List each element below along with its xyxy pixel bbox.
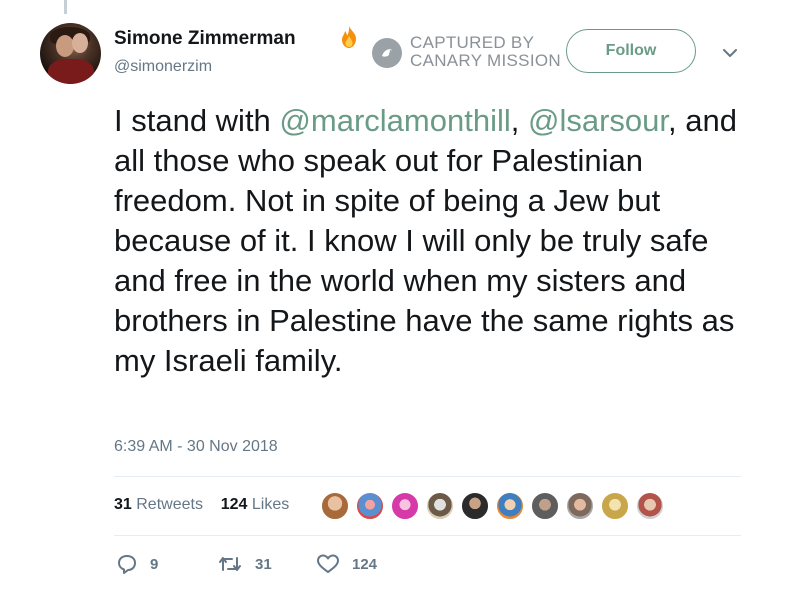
tweet-text: I stand with @marclamonthill, @lsarsour,… bbox=[114, 101, 754, 381]
chevron-down-icon[interactable] bbox=[722, 48, 738, 58]
avatar-face-1 bbox=[56, 35, 74, 57]
heart-icon bbox=[317, 554, 339, 573]
likes-label: Likes bbox=[251, 496, 290, 513]
like-action[interactable]: 124 bbox=[316, 553, 377, 575]
display-name[interactable]: Simone Zimmerman bbox=[114, 28, 296, 50]
bird-icon bbox=[382, 49, 392, 57]
tweet-timestamp[interactable]: 6:39 AM - 30 Nov 2018 bbox=[114, 438, 278, 456]
watermark-text: CAPTURED BY CANARY MISSION bbox=[410, 34, 561, 70]
tweet-text-part-1: I stand with bbox=[114, 103, 280, 138]
mention-link-lsarsour[interactable]: @lsarsour bbox=[528, 103, 668, 138]
mention-link-marclamonthill[interactable]: @marclamonthill bbox=[279, 103, 510, 138]
thread-connector-line bbox=[64, 0, 67, 14]
user-handle[interactable]: @simonerzim bbox=[114, 58, 212, 76]
avatar-clothing bbox=[48, 59, 94, 84]
retweet-icon bbox=[219, 557, 241, 571]
reply-action[interactable]: 9 bbox=[116, 553, 158, 575]
likes-stat[interactable]: 124 Likes bbox=[221, 496, 290, 513]
engagement-stats: 31 Retweets 124 Likes bbox=[114, 496, 289, 514]
avatar-face-2 bbox=[72, 33, 88, 53]
retweets-label: Retweets bbox=[136, 496, 203, 513]
tweet-text-part-3: , and all those who speak out for Palest… bbox=[114, 103, 737, 378]
liker-avatar[interactable] bbox=[460, 491, 490, 521]
retweet-action[interactable]: 31 bbox=[217, 553, 272, 575]
likes-count: 124 bbox=[220, 496, 248, 513]
like-count: 124 bbox=[352, 555, 378, 573]
follow-button[interactable]: Follow bbox=[566, 29, 696, 73]
liker-avatar[interactable] bbox=[565, 491, 595, 521]
liker-avatar[interactable] bbox=[320, 491, 350, 521]
watermark-line-2: CANARY MISSION bbox=[410, 51, 561, 70]
liker-avatar[interactable] bbox=[600, 491, 630, 521]
liker-avatar[interactable] bbox=[635, 491, 665, 521]
tweet-text-part-2: , bbox=[510, 103, 528, 138]
fire-icon bbox=[342, 26, 356, 48]
divider-bottom bbox=[114, 535, 741, 536]
liker-avatar[interactable] bbox=[355, 491, 385, 521]
canary-mission-logo-icon bbox=[372, 38, 402, 68]
retweets-count: 31 bbox=[114, 496, 132, 513]
liker-avatar[interactable] bbox=[425, 491, 455, 521]
retweets-stat[interactable]: 31 Retweets bbox=[114, 496, 203, 513]
retweet-count: 31 bbox=[255, 555, 272, 573]
liker-avatar[interactable] bbox=[530, 491, 560, 521]
reply-icon bbox=[118, 555, 136, 574]
reply-count: 9 bbox=[150, 555, 159, 573]
divider-top bbox=[114, 476, 741, 477]
liker-avatar[interactable] bbox=[390, 491, 420, 521]
avatar[interactable] bbox=[40, 23, 101, 84]
liker-avatar[interactable] bbox=[495, 491, 525, 521]
watermark-line-1: CAPTURED BY bbox=[410, 33, 535, 52]
